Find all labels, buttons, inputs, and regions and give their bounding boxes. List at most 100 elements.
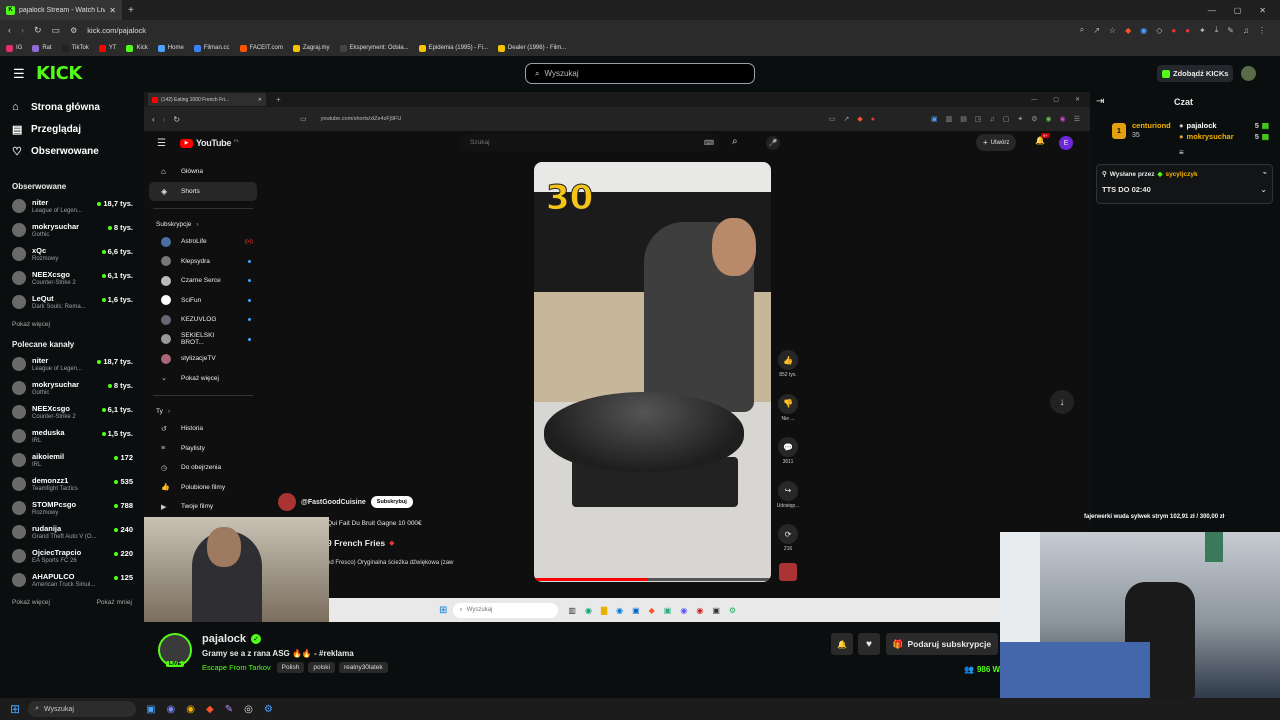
channel-item[interactable]: mokrysuchar Gothic 8 tys. (0, 218, 144, 242)
gifter-row[interactable]: ● pajalock 5 ▤ (1179, 120, 1269, 131)
short-channel-name[interactable]: @FastGoodCuisine (301, 499, 366, 506)
gifter-row[interactable]: ● mokrysuchar 5 ▤ (1179, 131, 1269, 142)
show-more-recommended[interactable]: Pokaż więcej (12, 599, 50, 606)
bookmark-item[interactable]: Zagraj.my (292, 44, 330, 52)
channel-item[interactable]: demonzz1 Teamfight Tactics 535 (0, 472, 144, 496)
expand-pinned-icon[interactable]: ⌄ (1260, 185, 1267, 194)
short-progress-bar[interactable] (534, 578, 771, 581)
show-more-followed[interactable]: Pokaż więcej (12, 321, 50, 328)
expand-leaderboard-icon[interactable]: ≡ (1179, 148, 1184, 157)
yt-sub-item[interactable]: SciFun (149, 291, 257, 311)
yt-mic-icon[interactable]: 🎤 (766, 136, 780, 150)
extension-icon-3[interactable]: ● (1171, 26, 1176, 35)
taskbar-app-discord[interactable]: ◉ (167, 704, 176, 715)
bookmark-item[interactable]: Rat (32, 44, 52, 52)
inner-taskbar-app-9[interactable]: ◉ (696, 606, 703, 615)
back-icon[interactable]: ‹ (8, 25, 11, 35)
inner-browser-tab[interactable]: (142) Eating 1000 French Fri... ✕ (148, 93, 266, 106)
inner-maximize-icon[interactable]: ▢ (1053, 96, 1059, 103)
youtube-logo[interactable]: ▶ YouTube PL (180, 138, 239, 148)
inner-bookmark-icon[interactable]: ▭ (300, 115, 307, 123)
inner-taskbar-app-8[interactable]: ◉ (680, 606, 687, 615)
inner-back-icon[interactable]: ‹ (152, 115, 155, 124)
windows-start-icon[interactable]: ⊞ (10, 702, 20, 716)
inner-ext-icon-7[interactable]: ▤ (960, 115, 967, 123)
taskbar-app-obs[interactable]: ◎ (244, 704, 253, 715)
unpin-icon[interactable]: ⌁ (1263, 169, 1267, 177)
yt-nav-item[interactable]: ⌂ Główna (149, 162, 257, 182)
inner-ext-icon-3[interactable]: ◆ (857, 115, 862, 123)
inner-taskbar-app-5[interactable]: ▣ (632, 606, 640, 615)
maximize-icon[interactable]: ▢ (1234, 6, 1242, 15)
short-video[interactable]: 30 (534, 162, 771, 582)
inner-taskbar-search[interactable]: ⌕ Wyszukaj (453, 602, 559, 618)
yt-sub-item[interactable]: KEZUVLOG (149, 310, 257, 330)
extensions-icon[interactable]: ✦ (1199, 26, 1206, 35)
extension-icon-2[interactable]: ◇ (1156, 26, 1162, 35)
brave-shield-icon[interactable]: ◆ (1125, 26, 1131, 35)
search-input[interactable]: ⌕ Wyszukaj (525, 63, 755, 84)
pinned-user[interactable]: sycyljczyk (1165, 171, 1197, 178)
notification-bell-button[interactable]: 🔔 (831, 633, 853, 655)
yt-avatar[interactable]: E (1059, 136, 1073, 150)
short-action[interactable]: 💬 3611 (774, 437, 802, 481)
short-audio-thumb[interactable] (779, 563, 797, 581)
yt-sub-item[interactable]: stylizacjeTV (149, 349, 257, 369)
yt-menu-icon[interactable]: ☰ (157, 138, 166, 149)
channel-item[interactable]: NEEXcsgo Counter-Strike 2 6,1 tys. (0, 266, 144, 290)
gift-sub-button[interactable]: 🎁 Podaruj subskrypcje (886, 633, 998, 655)
yt-you-item[interactable]: 👍 Polubione filmy (149, 478, 257, 498)
bookmark-item[interactable]: Dealer (1996) - Film... (497, 44, 566, 52)
hamburger-menu-icon[interactable]: ☰ (13, 66, 25, 82)
inner-close-tab-icon[interactable]: ✕ (258, 97, 262, 103)
yt-you-item[interactable]: ↺ Historia (149, 419, 257, 439)
share-icon[interactable]: ↗ (1093, 26, 1100, 35)
reload-icon[interactable]: ↻ (34, 25, 42, 36)
inner-taskbar-app-3[interactable]: ▇ (601, 606, 607, 615)
inner-ext-icon-5[interactable]: ▣ (931, 115, 938, 123)
inner-minimize-icon[interactable]: — (1031, 97, 1037, 103)
stream-tag[interactable]: Polish (276, 662, 305, 673)
channel-item[interactable]: aikoiemil IRL 172 (0, 448, 144, 472)
download-icon[interactable]: ⤓ (1215, 25, 1219, 35)
inner-taskbar-app-2[interactable]: ◉ (585, 606, 592, 615)
taskbar-app-pen[interactable]: ✎ (225, 704, 233, 715)
inner-ext-icon-9[interactable]: ♫ (989, 116, 994, 123)
extension-icon-1[interactable]: ◉ (1140, 26, 1147, 35)
inner-ext-icon-1[interactable]: ▭ (829, 115, 836, 123)
inner-forward-icon[interactable]: › (163, 115, 166, 124)
short-action[interactable]: ⟳ 216 (774, 524, 802, 568)
channel-item[interactable]: niter League of Legen... 18,7 tys. (0, 194, 144, 218)
channel-item[interactable]: niter League of Legen... 18,7 tys. (0, 352, 144, 376)
short-channel-avatar[interactable] (278, 493, 296, 511)
taskbar-app-steam[interactable]: ⚙ (264, 704, 273, 715)
inner-ext-icon-8[interactable]: ◳ (975, 115, 982, 123)
inner-reload-icon[interactable]: ↻ (173, 115, 180, 124)
yt-notifications-icon[interactable]: 🔔 9+ (1035, 133, 1050, 145)
bookmark-item[interactable]: Epidemia (1995) - Fi... (418, 44, 488, 52)
taskbar-search[interactable]: ⌕ Wyszukaj (28, 701, 137, 717)
short-action[interactable]: ↪ Udostęp... (774, 480, 802, 525)
get-kicks-button[interactable]: Zdobądź KICKs (1157, 65, 1234, 82)
short-audio[interactable]: ed Fresco) Oryginalna ścieżka dźwiękowa … (327, 560, 453, 566)
close-window-icon[interactable]: ✕ (1259, 6, 1266, 15)
short-subscribe-button[interactable]: Subskrybuj (370, 496, 413, 508)
inner-start-icon[interactable]: ⊞ (439, 605, 447, 616)
pinned-message[interactable]: ⚲ Wysłane przez ◆ sycyljczyk ⌁ TTS DO 02… (1096, 164, 1273, 204)
inner-new-tab-icon[interactable]: + (276, 95, 281, 104)
next-short-icon[interactable]: ↓ (1050, 390, 1074, 414)
minimize-icon[interactable]: — (1208, 6, 1216, 15)
inner-taskbar-app-10[interactable]: ▣ (712, 606, 720, 615)
yt-subs-heading[interactable]: Subskrypcje (156, 221, 191, 228)
address-bar[interactable]: kick.com/pajalock (87, 26, 146, 35)
taskbar-app-chrome[interactable]: ◉ (186, 704, 195, 715)
sidebar-nav-item[interactable]: ▤ Przeglądaj (0, 118, 144, 140)
yt-create-button[interactable]: + Utwórz (976, 134, 1017, 151)
yt-you-item[interactable]: ◷ Do obejrzenia (149, 458, 257, 478)
channel-item[interactable]: OjciecTrapcio EA Sports FC 26 220 (0, 544, 144, 568)
menu-icon[interactable]: ⋮ (1258, 26, 1266, 35)
channel-item[interactable]: xQc Rozmowy 6,6 tys. (0, 242, 144, 266)
channel-item[interactable]: AHAPULCO American Truck Simul... 125 (0, 568, 144, 592)
browser-tab[interactable]: K pajalock Stream - Watch Live ✕ (0, 0, 122, 20)
yt-sub-item[interactable]: Klepsydra (149, 252, 257, 272)
